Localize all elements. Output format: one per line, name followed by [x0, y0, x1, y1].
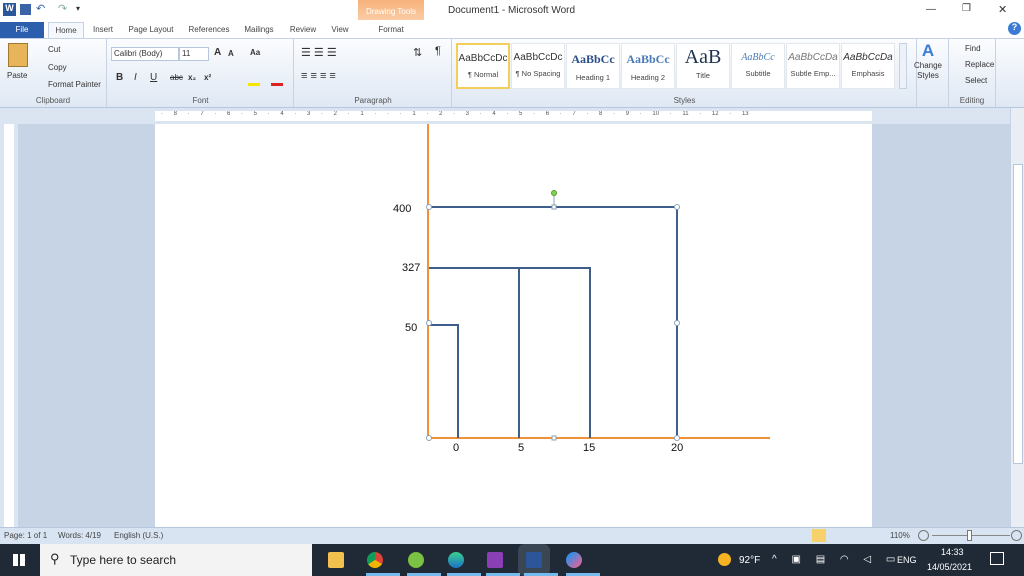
selection-handles[interactable]	[426, 190, 680, 441]
messenger-icon[interactable]	[566, 552, 582, 568]
scroll-thumb[interactable]	[1013, 164, 1023, 464]
chrome-icon[interactable]	[367, 552, 383, 568]
word-count[interactable]: Words: 4/19	[58, 531, 101, 540]
weather-icon[interactable]	[718, 553, 731, 566]
vertical-scrollbar[interactable]	[1010, 108, 1024, 527]
axes	[427, 124, 770, 439]
resize-handle	[674, 204, 680, 210]
zoom-out-button[interactable]	[918, 530, 929, 541]
clock-date[interactable]: 14/05/2021	[927, 562, 972, 572]
line-50[interactable]	[429, 324, 459, 438]
line-327[interactable]	[429, 267, 591, 438]
word-taskbar-icon[interactable]	[526, 552, 542, 568]
x-label-0: 0	[453, 442, 460, 454]
zoom-slider-thumb[interactable]	[967, 530, 972, 541]
resize-handle	[426, 204, 432, 210]
clock-time[interactable]: 14:33	[941, 547, 964, 557]
input-language[interactable]: ENG	[897, 555, 917, 565]
taskbar-search[interactable]: ⚲ Type here to search	[40, 544, 312, 576]
windows-start-icon[interactable]	[13, 554, 25, 566]
x-label-15: 15	[583, 442, 596, 454]
y-label-50: 50	[405, 322, 418, 334]
app-icon[interactable]	[408, 552, 424, 568]
resize-handle	[674, 320, 680, 326]
search-icon: ⚲	[50, 551, 60, 566]
y-label-400: 400	[393, 203, 412, 215]
rotate-handle	[551, 190, 557, 196]
resize-handle	[551, 204, 557, 210]
status-bar: Page: 1 of 1 Words: 4/19 English (U.S.) …	[0, 527, 1024, 544]
search-placeholder: Type here to search	[70, 553, 177, 567]
language[interactable]: English (U.S.)	[114, 531, 163, 540]
x-label-20: 20	[671, 442, 684, 454]
tray-icons[interactable]: ^ ▣ ▤ ◠ ◁ ▭	[772, 554, 901, 565]
resize-handle	[426, 320, 432, 326]
view-buttons[interactable]	[812, 529, 884, 542]
media-app-icon[interactable]	[487, 552, 503, 568]
zoom-level[interactable]: 110%	[890, 531, 910, 540]
file-explorer-icon[interactable]	[328, 552, 344, 568]
edge-icon[interactable]	[448, 552, 464, 568]
y-label-327: 327	[402, 262, 421, 274]
resize-handle	[551, 435, 557, 441]
page-count[interactable]: Page: 1 of 1	[4, 531, 47, 540]
x-label-5: 5	[518, 442, 525, 454]
resize-handle	[674, 435, 680, 441]
drawn-lines[interactable]	[429, 206, 678, 438]
weather-temp[interactable]: 92°F	[739, 555, 760, 566]
drawing-canvas[interactable]	[0, 0, 1024, 576]
zoom-in-button[interactable]	[1011, 530, 1022, 541]
rect-line-400[interactable]	[429, 206, 678, 438]
resize-handle	[426, 435, 432, 441]
notifications-icon[interactable]	[990, 552, 1004, 565]
